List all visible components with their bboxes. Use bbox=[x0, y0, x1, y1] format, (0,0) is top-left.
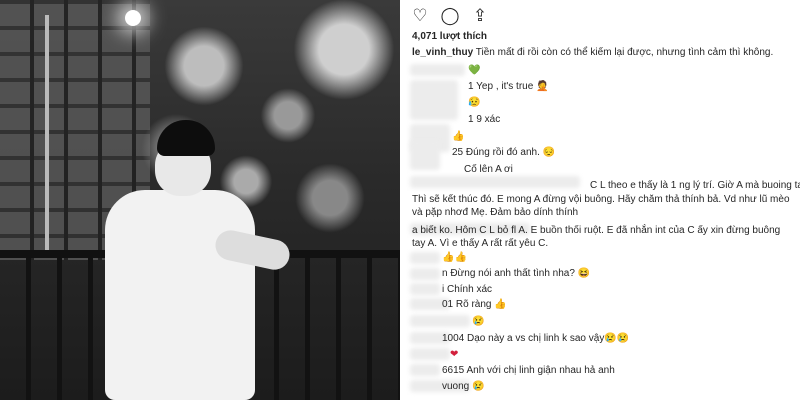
caption-username[interactable]: le_vinh_thuy bbox=[412, 47, 473, 58]
caption-text: Tiền mất đi rồi còn có thể kiếm lại được… bbox=[475, 47, 774, 58]
blurred-username bbox=[410, 252, 440, 264]
comment-text: i Chính xác bbox=[442, 284, 493, 295]
comment-text: C L theo e thấy là 1 ng lý trí. Giờ A mà… bbox=[590, 180, 800, 191]
comment-text: 01 Rõ ràng 👍 bbox=[442, 299, 507, 310]
comment-text: 6615 Anh với chị linh giận nhau hả anh bbox=[442, 365, 615, 376]
blurred-username bbox=[410, 268, 440, 280]
likes-count[interactable]: 4,071 lượt thích bbox=[412, 31, 487, 42]
comment-text: 25 Đúng rồi đó anh. 😔 bbox=[452, 147, 556, 158]
comment-text: 😢 bbox=[472, 316, 485, 327]
comment-text: 1 Yep , it's true 🤦 bbox=[468, 81, 549, 92]
comment-text: ❤ bbox=[450, 349, 459, 360]
comment-text: 1004 Dạo này a vs chị linh k sao vậy😢😢 bbox=[442, 333, 630, 344]
comment-text: 💚 bbox=[468, 65, 481, 76]
blurred-username bbox=[410, 348, 450, 360]
blurred-username bbox=[410, 140, 440, 170]
blurred-username bbox=[410, 364, 440, 376]
comment-text: Cố lên A ơi bbox=[464, 164, 513, 175]
comment-text: a biết ko. Hôm C L bỏ fl A. E buồn thối … bbox=[412, 225, 781, 249]
comment-bubble-icon[interactable]: ◯ bbox=[440, 6, 460, 26]
person-figure bbox=[95, 120, 293, 400]
comment-text: vuong 😢 bbox=[442, 381, 485, 392]
blurred-username bbox=[410, 64, 465, 76]
blurred-username bbox=[410, 315, 470, 327]
post-actions: ♡ ◯ ⇪ bbox=[410, 6, 490, 26]
comments-panel: ♡ ◯ ⇪ 4,071 lượt thích le_vinh_thuy Tiền… bbox=[400, 0, 800, 400]
comment-text: 👍 bbox=[452, 131, 465, 142]
comment-text: Thì sẽ kết thúc đó. E mong A đừng vội bu… bbox=[412, 194, 790, 218]
blurred-username bbox=[410, 283, 440, 295]
comment-text: 1 9 xác bbox=[468, 114, 501, 125]
comment-text: n Đừng nói anh thất tình nha? 😆 bbox=[442, 268, 591, 279]
comment-text: 👍👍 bbox=[442, 252, 467, 263]
post-photo bbox=[0, 0, 400, 400]
comment-text: 😥 bbox=[468, 97, 481, 108]
share-upload-icon[interactable]: ⇪ bbox=[470, 6, 490, 26]
blurred-username bbox=[410, 80, 458, 120]
street-lamp-pole bbox=[45, 15, 49, 255]
blurred-username bbox=[410, 176, 580, 188]
caption: le_vinh_thuy Tiền mất đi rồi còn có thể … bbox=[412, 46, 773, 59]
heart-outline-icon[interactable]: ♡ bbox=[410, 6, 430, 26]
